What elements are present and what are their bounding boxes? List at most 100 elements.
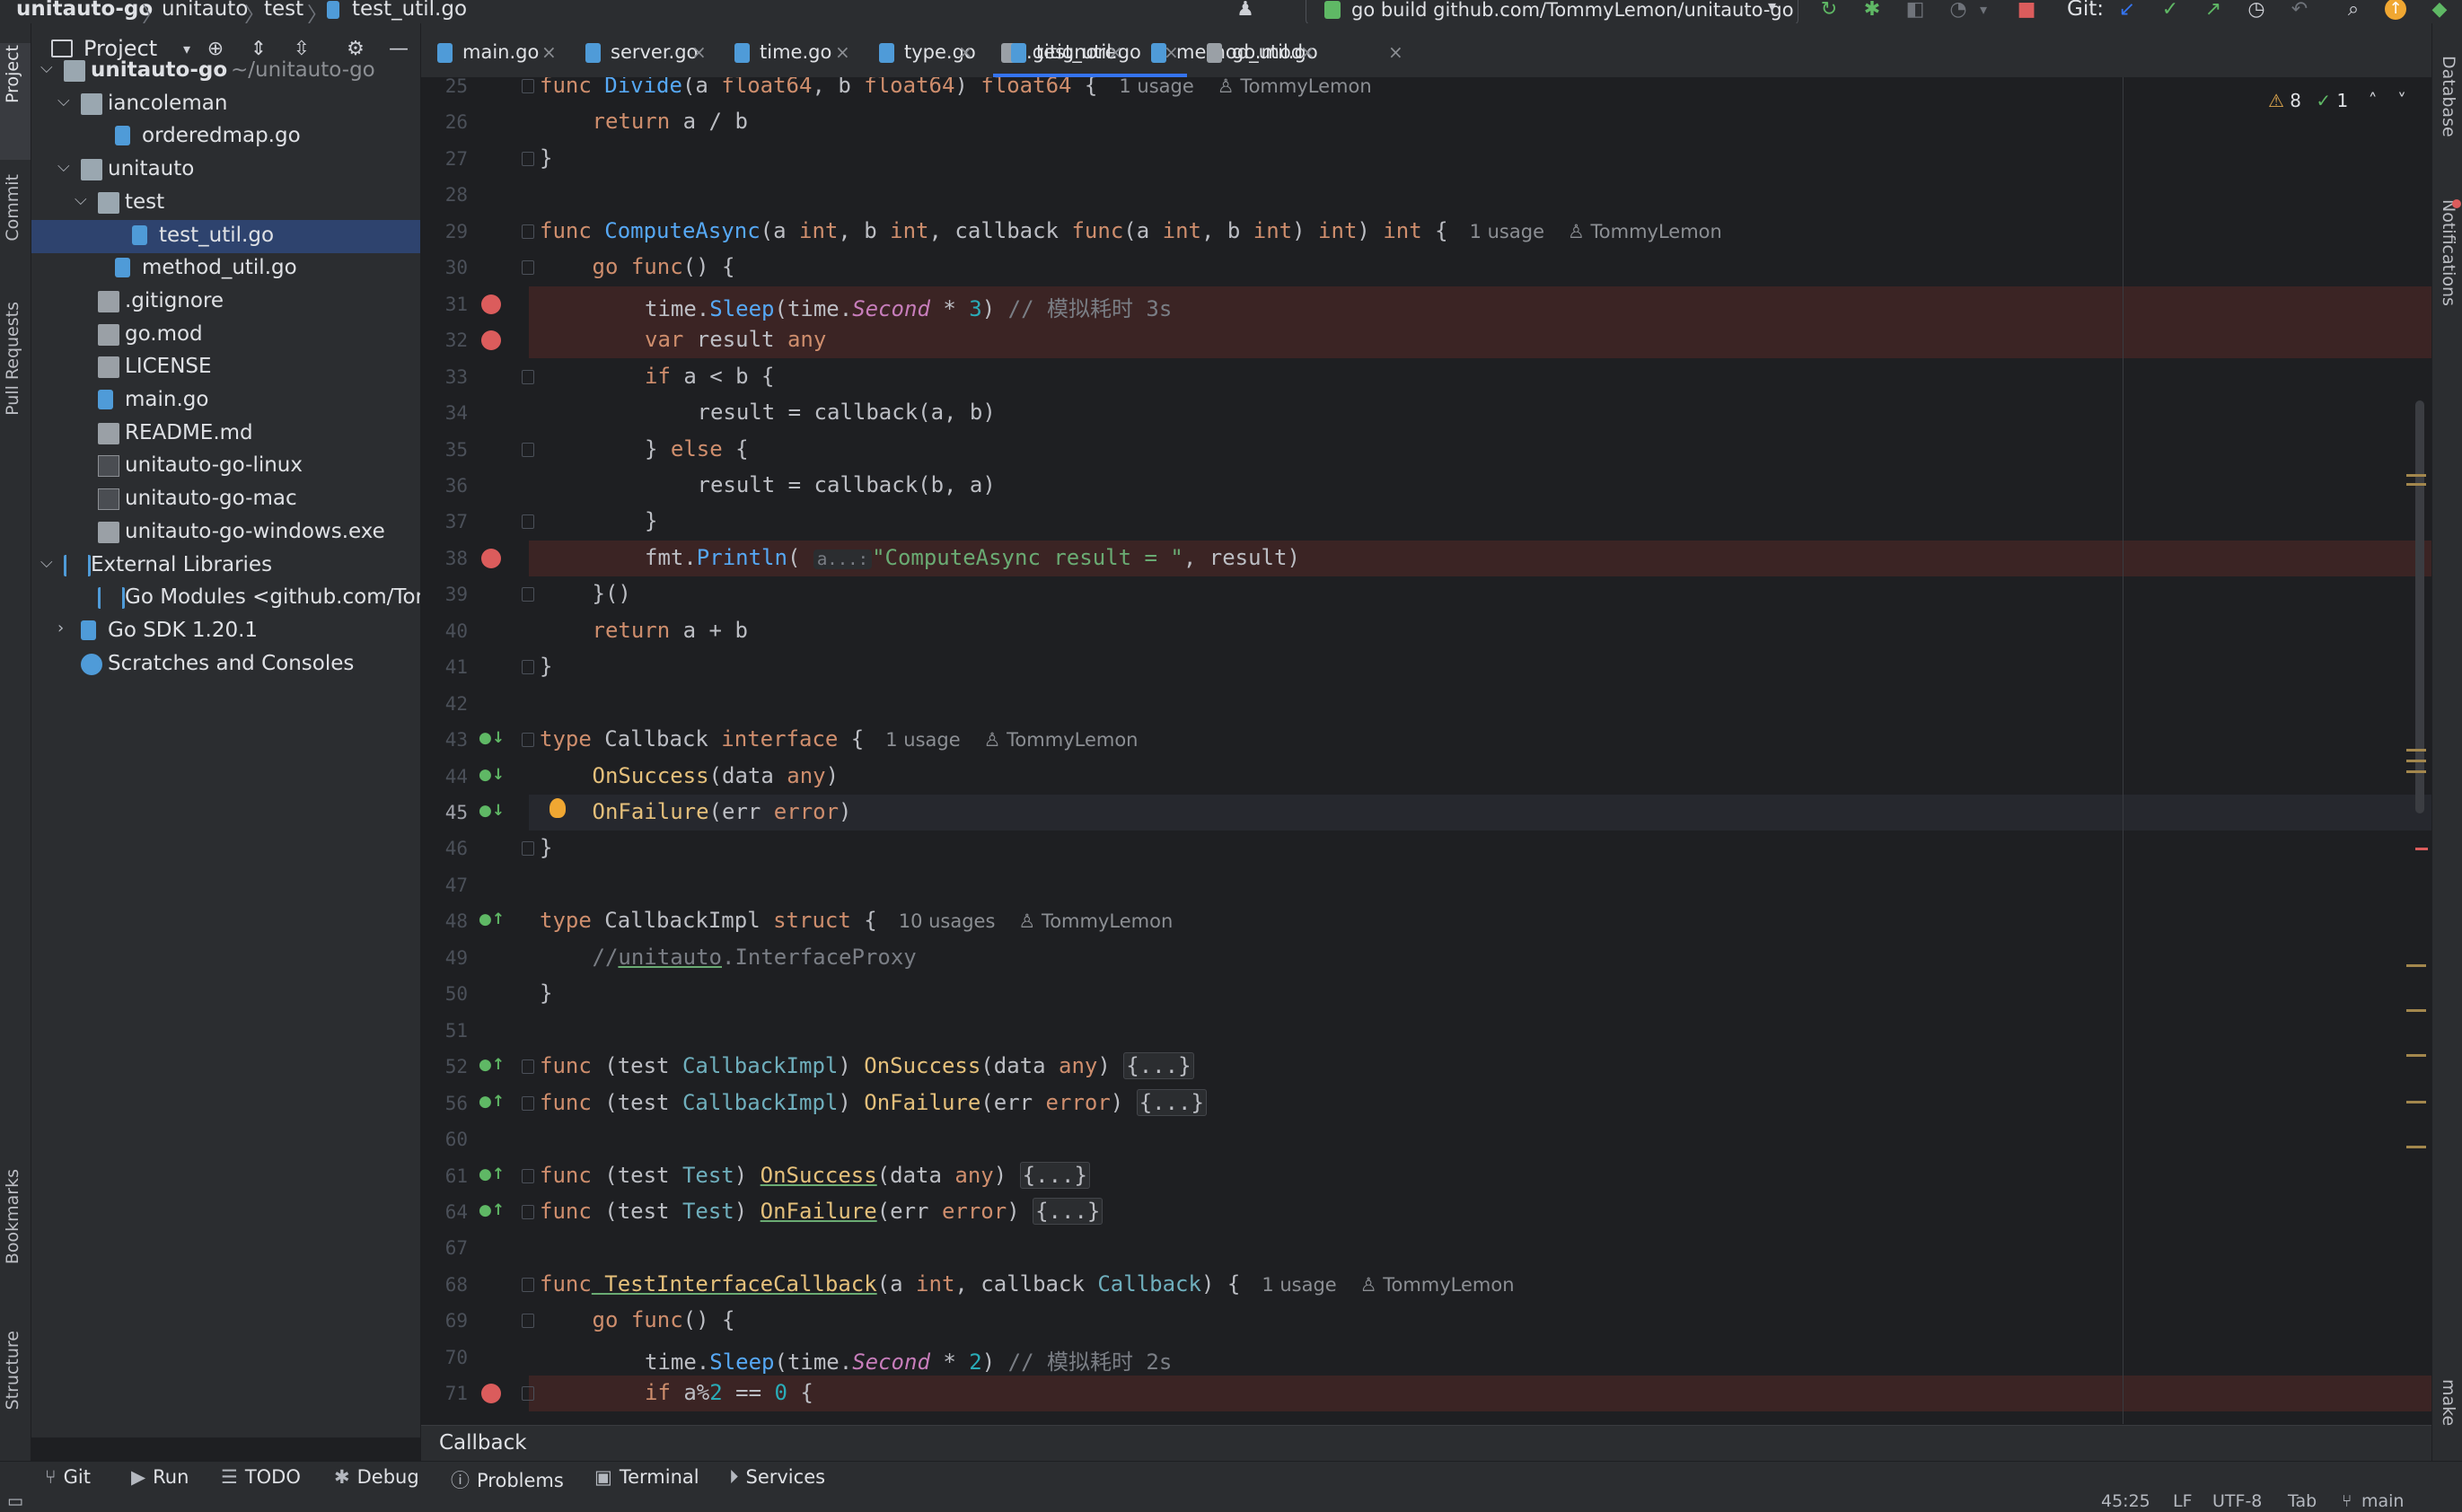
code-line[interactable]: } <box>540 980 552 1006</box>
tree-item[interactable]: ⌵ External Libraries <box>31 549 420 583</box>
code-line[interactable]: fmt.Println( a...: "ComputeAsync result =… <box>645 545 1300 570</box>
line-number[interactable]: 28 <box>421 184 468 206</box>
line-number[interactable]: 30 <box>421 257 468 278</box>
implemented-icon[interactable]: ●↓ <box>479 802 505 823</box>
close-icon[interactable]: × <box>1300 41 1315 63</box>
fold-marker-icon[interactable] <box>522 1314 534 1329</box>
breadcrumb-file[interactable]: test_util.go <box>352 0 467 21</box>
tree-item[interactable]: ⌵ unitauto-go ~/unitauto-go <box>31 55 420 88</box>
breakpoint-icon[interactable] <box>481 1384 501 1404</box>
usage-hint[interactable]: 1 usage <box>1470 221 1544 242</box>
tree-item[interactable]: test_util.go <box>31 219 420 253</box>
line-number[interactable]: 60 <box>421 1129 468 1150</box>
fold-marker-icon[interactable] <box>522 841 534 857</box>
line-number[interactable]: 36 <box>421 475 468 497</box>
chevron-down-icon[interactable]: ⌵ <box>75 190 92 209</box>
line-number[interactable]: 27 <box>421 148 468 170</box>
code-line[interactable]: result = callback(b, a) <box>698 472 996 497</box>
line-separator[interactable]: LF <box>2173 1491 2193 1511</box>
line-number[interactable]: 56 <box>421 1093 468 1114</box>
tree-item[interactable]: › Go SDK 1.20.1 <box>31 615 420 648</box>
fold-marker-icon[interactable] <box>522 224 534 239</box>
implements-icon[interactable]: ●↑ <box>479 1165 505 1187</box>
code-line[interactable]: type CallbackImpl struct {10 usages ♙ Tom… <box>540 908 1173 933</box>
tree-item[interactable]: unitauto-go-linux <box>31 450 420 483</box>
code-line[interactable]: if a < b { <box>645 364 775 389</box>
code-line[interactable]: return a / b <box>593 109 748 134</box>
fold-marker-icon[interactable] <box>522 1204 534 1219</box>
tree-item[interactable]: ⌵ test <box>31 187 420 220</box>
code-line[interactable]: } else { <box>645 436 749 462</box>
implemented-icon[interactable]: ●↓ <box>479 766 505 787</box>
tool-pull-requests[interactable]: Pull Requests <box>3 302 22 416</box>
code-line[interactable]: func (test Test) OnFailure(err error) {.… <box>540 1197 1104 1225</box>
inspection-widget[interactable]: ⚠ 8 ✓ 1 ˄ ˅ <box>2268 90 2406 111</box>
warning-marker[interactable] <box>2406 1009 2426 1012</box>
tree-item[interactable]: Scratches and Consoles <box>31 648 420 681</box>
tree-item[interactable]: method_util.go <box>31 252 420 286</box>
line-number[interactable]: 35 <box>421 439 468 461</box>
chevron-down-icon[interactable]: ▾ <box>1972 0 1995 22</box>
code-line[interactable]: type Callback interface {1 usage ♙ TommyL… <box>540 726 1139 752</box>
editor-scrollbar[interactable] <box>2415 400 2424 813</box>
code-line[interactable]: func (test CallbackImpl) OnFailure(err e… <box>540 1088 1207 1116</box>
tab-type-go[interactable]: type.go × <box>861 23 981 77</box>
code-line[interactable]: func (test Test) OnSuccess(data any) {..… <box>540 1161 1090 1189</box>
line-number[interactable]: 25 <box>421 77 468 97</box>
tree-item[interactable]: main.go <box>31 384 420 418</box>
tool-debug[interactable]: ✱ Debug <box>334 1466 419 1488</box>
indent-setting[interactable]: Tab <box>2288 1491 2317 1511</box>
fold-marker-icon[interactable] <box>522 260 534 276</box>
code-line[interactable]: }() <box>593 581 631 606</box>
code-line[interactable]: func (test CallbackImpl) OnSuccess(data … <box>540 1052 1194 1080</box>
code-line[interactable]: time.Sleep(time.Second * 3) // 模拟耗时 3s <box>645 291 1172 322</box>
fold-marker-icon[interactable] <box>522 442 534 457</box>
rollback-icon[interactable]: ↶ <box>2288 0 2311 22</box>
tree-item[interactable]: LICENSE <box>31 351 420 384</box>
code-line[interactable]: if a%2 == 0 { <box>645 1380 813 1405</box>
line-number[interactable]: 38 <box>421 548 468 569</box>
debug-icon[interactable]: ✱ <box>1860 0 1884 22</box>
tab-go-mod[interactable]: go.mod × <box>1189 23 1323 77</box>
line-number[interactable]: 32 <box>421 330 468 351</box>
next-highlight-icon[interactable]: ˅ <box>2397 90 2406 111</box>
implements-icon[interactable]: ●↑ <box>479 910 505 932</box>
usage-hint[interactable]: 10 usages <box>899 910 996 932</box>
fold-marker-icon[interactable] <box>522 1277 534 1292</box>
tree-item[interactable]: go.mod <box>31 319 420 352</box>
warning-marker[interactable] <box>2406 474 2426 477</box>
code-line[interactable]: } <box>540 654 552 679</box>
chevron-down-icon[interactable]: ⌵ <box>57 92 75 110</box>
implements-icon[interactable]: ●↑ <box>479 1201 505 1223</box>
breakpoint-icon[interactable] <box>481 330 501 351</box>
line-number[interactable]: 50 <box>421 983 468 1005</box>
author-hint[interactable]: ♙ TommyLemon <box>1018 910 1173 932</box>
tree-item[interactable]: Go Modules <github.com/Tom <box>31 582 420 615</box>
line-number[interactable]: 51 <box>421 1020 468 1042</box>
git-commit-icon[interactable]: ✓ <box>2159 0 2182 22</box>
tool-database[interactable]: Database <box>2439 56 2458 137</box>
fold-marker-icon[interactable] <box>522 79 534 93</box>
tree-item[interactable]: .gitignore <box>31 286 420 319</box>
tab-server-go[interactable]: server.go × <box>567 23 715 77</box>
tool-problems[interactable]: ⓘ Problems <box>451 1466 564 1493</box>
author-hint[interactable]: ♙ TommyLemon <box>1360 1274 1515 1296</box>
line-number[interactable]: 47 <box>421 875 468 896</box>
warning-marker[interactable] <box>2406 1146 2426 1148</box>
implemented-icon[interactable]: ●↓ <box>479 729 505 751</box>
breadcrumb-unitauto[interactable]: unitauto <box>162 0 248 21</box>
line-number[interactable]: 68 <box>421 1274 468 1296</box>
fold-marker-icon[interactable] <box>522 1386 534 1402</box>
warning-marker[interactable] <box>2406 760 2426 762</box>
line-number[interactable]: 69 <box>421 1310 468 1332</box>
code-line[interactable]: OnSuccess(data any) <box>593 763 840 788</box>
code-line[interactable]: go func() { <box>593 254 735 279</box>
chevron-down-icon[interactable]: ⌵ <box>40 58 58 77</box>
tool-git[interactable]: ⑂ Git <box>45 1466 91 1488</box>
usage-hint[interactable]: 1 usage <box>1262 1274 1336 1296</box>
line-number[interactable]: 48 <box>421 910 468 932</box>
warning-marker[interactable] <box>2406 1054 2426 1057</box>
previous-highlight-icon[interactable]: ˄ <box>2369 90 2378 111</box>
layout-icon[interactable]: ▭ <box>7 1491 23 1511</box>
line-number[interactable]: 46 <box>421 838 468 859</box>
